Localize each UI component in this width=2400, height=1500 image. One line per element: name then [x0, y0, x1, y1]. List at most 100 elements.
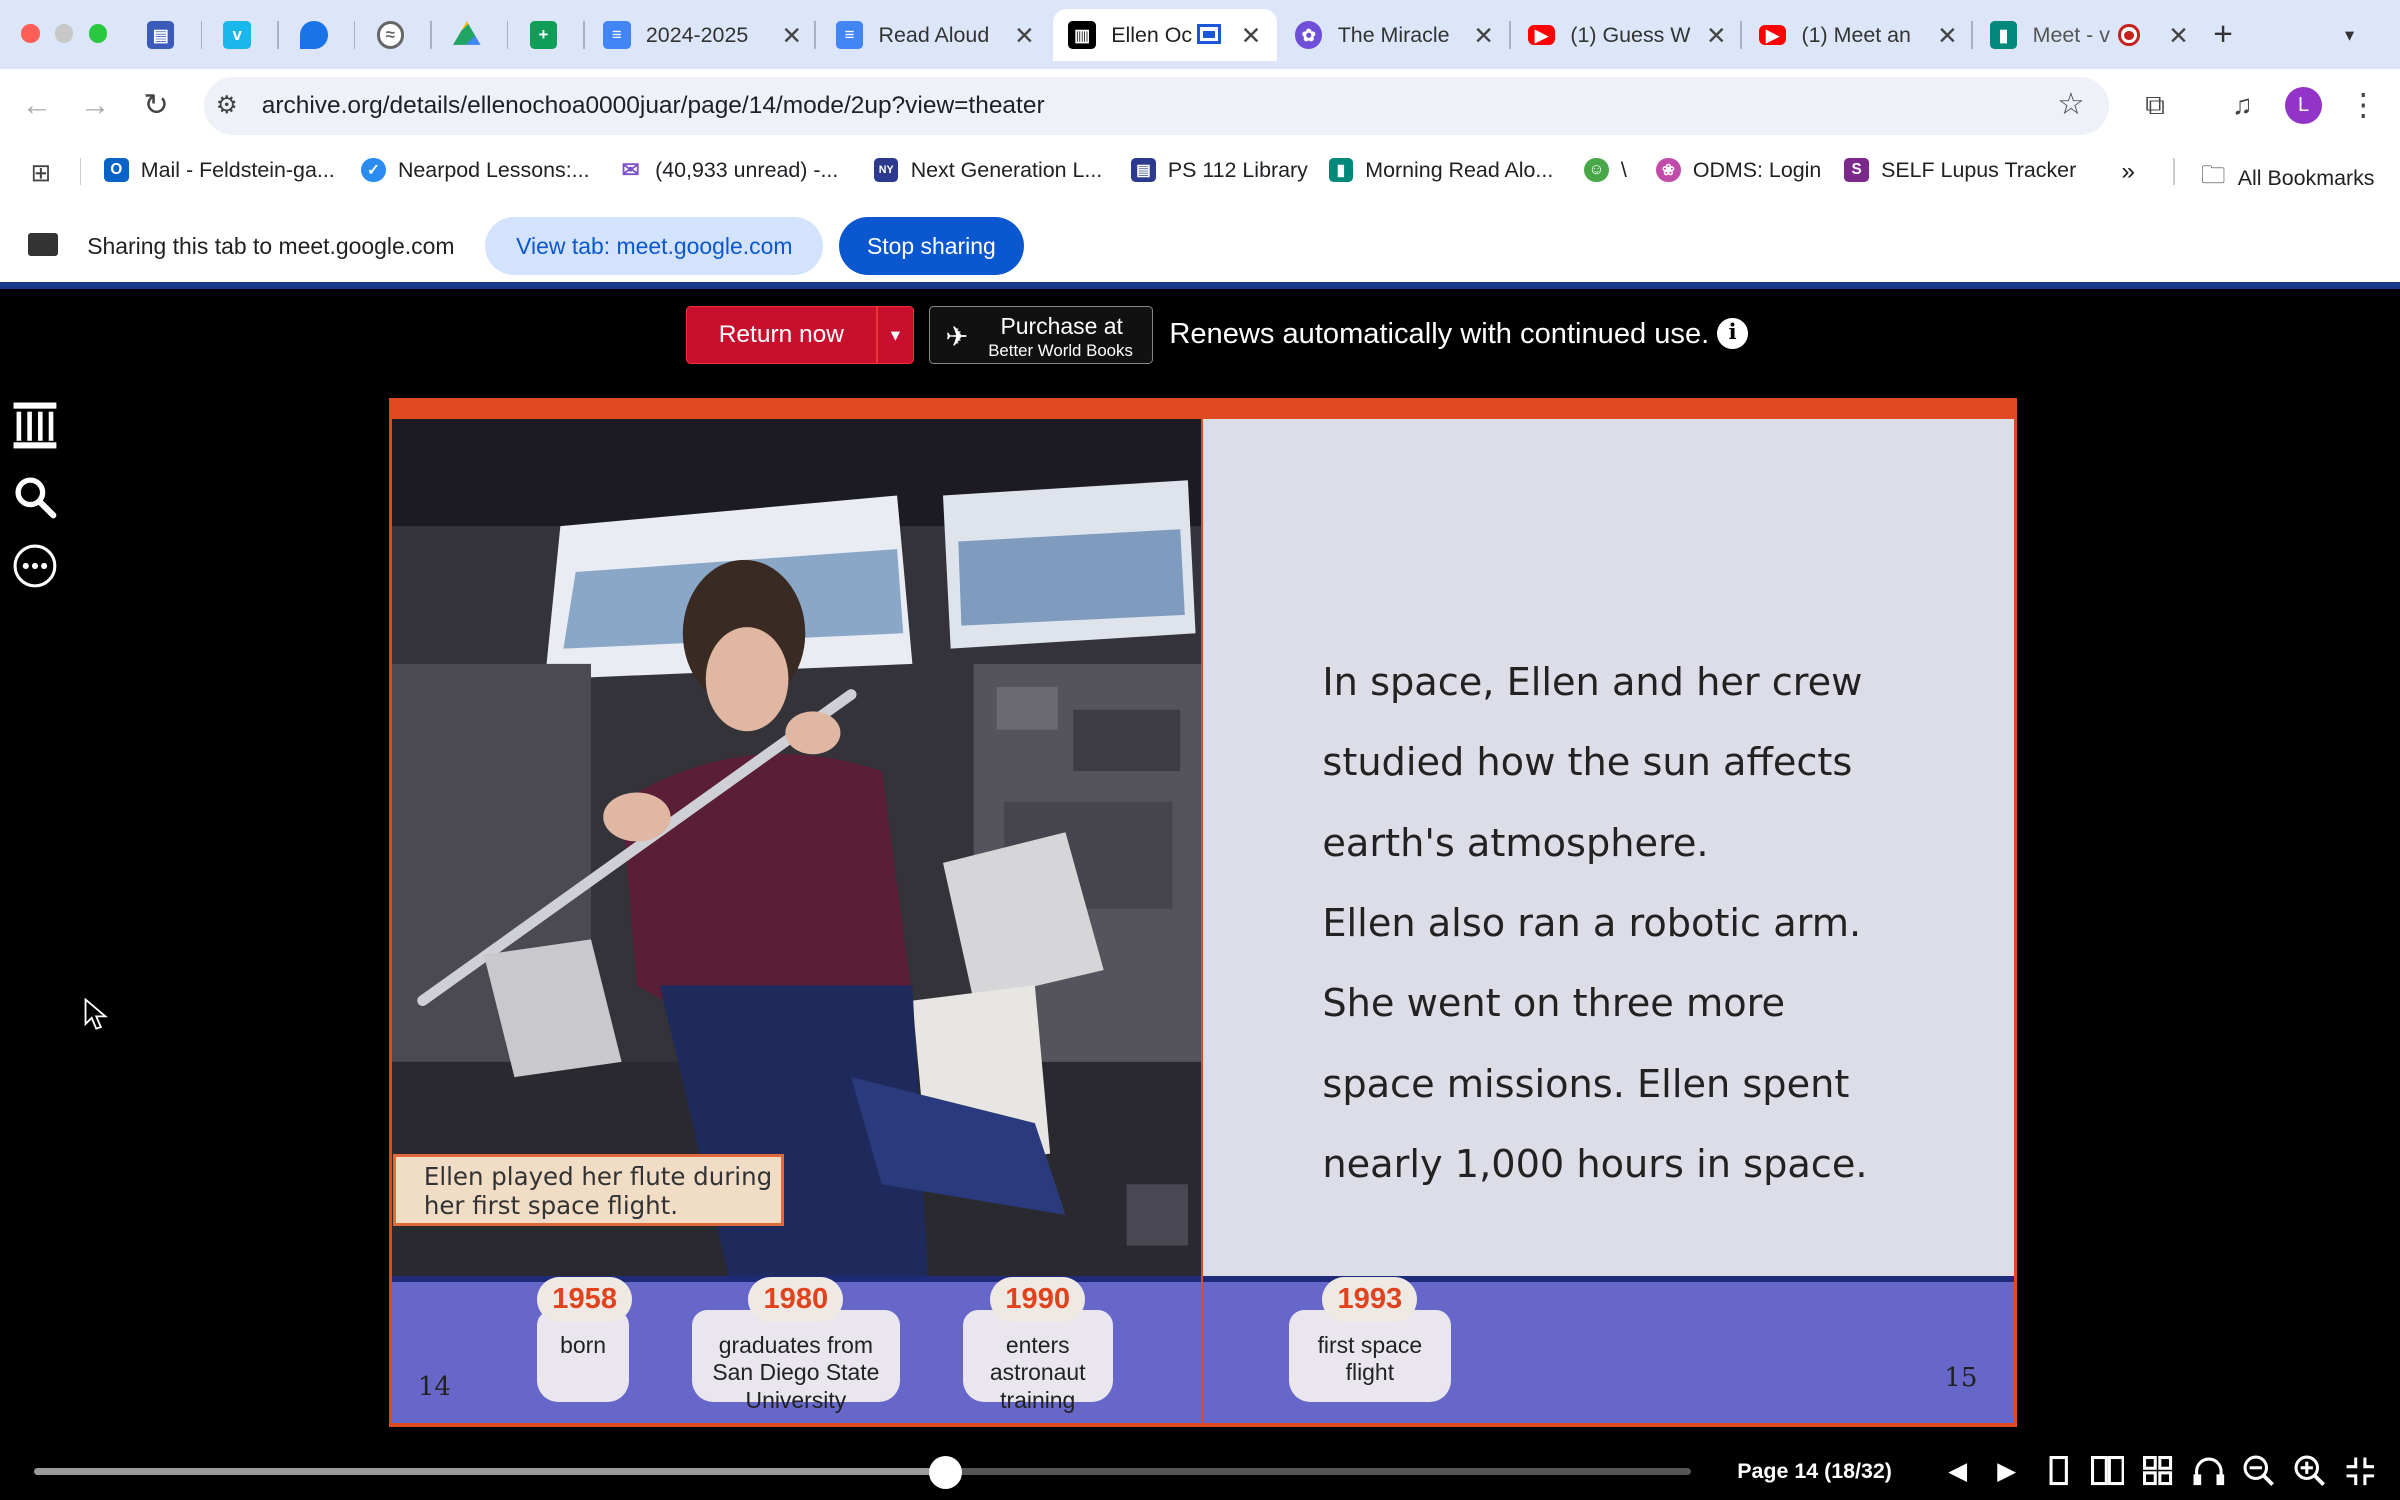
- media-controls-button[interactable]: ♫: [2224, 87, 2261, 124]
- chevron-down-icon: ▾: [890, 324, 900, 346]
- tab-the-miracle[interactable]: ✿ The Miracle ✕: [1294, 9, 1509, 61]
- tab-google-sheets[interactable]: +: [529, 9, 591, 61]
- grid-icon: [2142, 1455, 2172, 1485]
- return-dropdown-button[interactable]: ▾: [877, 306, 914, 365]
- timeline-text: graduates from San Diego State Universit…: [712, 1331, 880, 1413]
- menu-button[interactable]: ⋮: [2345, 87, 2382, 124]
- tab-sharing-icon: [1196, 24, 1222, 45]
- tab-title: 2024-2025: [645, 22, 749, 47]
- purchase-button[interactable]: ✈ Purchase at Better World Books: [929, 306, 1153, 365]
- bookmark-gmail-unread[interactable]: ✉ (40,933 unread) -...: [618, 158, 838, 183]
- timeline-item: 1990 enters astronaut training: [962, 1276, 1113, 1413]
- tab-read-aloud[interactable]: ≡ Read Aloud ✕: [835, 9, 1050, 61]
- google-docs-icon: ≡: [835, 21, 864, 49]
- close-tab-icon[interactable]: ✕: [1241, 21, 1262, 51]
- astronaut-photo: [391, 419, 1202, 1277]
- tab-title: The Miracle: [1337, 22, 1450, 47]
- site-settings-icon[interactable]: ⚙: [216, 90, 238, 120]
- view-tab-button[interactable]: View tab: meet.google.com: [485, 217, 824, 276]
- close-tab-icon[interactable]: ✕: [1706, 21, 1727, 51]
- bookmark-ps112-library[interactable]: ▤ PS 112 Library: [1131, 158, 1308, 183]
- tab-map[interactable]: [299, 9, 361, 61]
- tab-guess-who[interactable]: ▶ (1) Guess W ✕: [1527, 9, 1742, 61]
- close-tab-icon[interactable]: ✕: [1937, 21, 1958, 51]
- tab-archive[interactable]: ▤: [146, 9, 208, 61]
- minimize-window-button[interactable]: [55, 24, 74, 43]
- apps-grid-icon[interactable]: ⊞: [31, 158, 52, 188]
- google-meet-icon: ▮: [1328, 157, 1354, 183]
- tab-search-button[interactable]: ▾: [2345, 9, 2382, 61]
- tab-2024-2025[interactable]: ≡ 2024-2025 ✕: [603, 9, 817, 61]
- bookmark-mail[interactable]: O Mail - Feldstein-ga...: [104, 158, 335, 183]
- text-line: Ellen also ran a robotic arm.: [1322, 900, 1862, 946]
- bookmarks-overflow-button[interactable]: »: [2121, 158, 2135, 186]
- more-options-icon[interactable]: [12, 543, 58, 589]
- fullscreen-exit-button[interactable]: [2342, 1453, 2379, 1490]
- reload-button[interactable]: ↻: [138, 87, 175, 124]
- two-page-view-button[interactable]: [2089, 1453, 2126, 1490]
- timeline-band: 1958 born 1980 graduates from San Diego …: [391, 1276, 1202, 1424]
- close-tab-icon[interactable]: ✕: [1473, 21, 1494, 51]
- close-tab-icon[interactable]: ✕: [1014, 21, 1035, 51]
- bookmark-next-generation[interactable]: NY Next Generation L...: [873, 158, 1102, 183]
- page-number-left: 14: [417, 1372, 451, 1402]
- stop-sharing-label: Stop sharing: [866, 232, 996, 259]
- bookmark-star-icon[interactable]: ☆: [2057, 87, 2084, 122]
- archive-logo-icon[interactable]: [12, 401, 58, 449]
- tab-ellen-ochoa[interactable]: ▥ Ellen Oc ✕: [1053, 9, 1277, 62]
- screen-share-icon: [27, 232, 59, 256]
- tab-separator: [506, 21, 509, 49]
- bookmark-self-lupus-tracker[interactable]: S SELF Lupus Tracker: [1844, 158, 2076, 183]
- back-button[interactable]: ←: [18, 87, 55, 124]
- tab-separator: [1740, 21, 1742, 49]
- page-slider-handle[interactable]: [928, 1455, 963, 1490]
- frog-icon: ☺: [1584, 157, 1609, 183]
- close-window-button[interactable]: [21, 24, 40, 43]
- zoom-out-button[interactable]: [2241, 1453, 2278, 1490]
- bird-icon: ✈: [945, 320, 969, 352]
- youtube-icon: ▶: [1527, 25, 1556, 46]
- bookmark-morning-read-aloud[interactable]: ▮ Morning Read Alo...: [1328, 157, 1553, 183]
- profile-avatar[interactable]: L: [2285, 87, 2322, 124]
- zoom-window-button[interactable]: [88, 24, 108, 43]
- zoom-in-button[interactable]: [2291, 1453, 2328, 1490]
- next-page-button[interactable]: ▶: [1988, 1453, 2025, 1490]
- caption-line: her first space flight.: [423, 1190, 679, 1220]
- puzzle-icon: ⧉: [2145, 89, 2165, 121]
- bookmark-odms-login[interactable]: ❀ ODMS: Login: [1656, 158, 1821, 183]
- purchase-line1: Purchase at: [1000, 313, 1123, 340]
- tab-meet-an[interactable]: ▶ (1) Meet an ✕: [1758, 9, 1973, 61]
- extensions-button[interactable]: ⧉: [2137, 87, 2174, 124]
- one-page-view-button[interactable]: [2040, 1453, 2077, 1490]
- bookmark-label: PS 112 Library: [1167, 157, 1308, 182]
- all-bookmarks-button[interactable]: 🗀 All Bookmarks: [2201, 158, 2375, 199]
- odms-icon: ❀: [1656, 157, 1681, 183]
- tab-separator: [1971, 21, 1973, 49]
- info-icon[interactable]: i: [1717, 318, 1748, 349]
- forward-button[interactable]: →: [77, 87, 114, 124]
- return-now-button[interactable]: Return now: [685, 306, 877, 365]
- tab-google-meet[interactable]: ▮ Meet - v ✕: [1989, 9, 2204, 61]
- new-tab-button[interactable]: +: [2213, 9, 2250, 61]
- folder-icon: 🗀: [2201, 161, 2226, 189]
- read-aloud-button[interactable]: [2190, 1453, 2227, 1490]
- address-bar[interactable]: ⚙ archive.org/details/ellenochoa0000juar…: [203, 76, 2110, 135]
- bookmark-backslash[interactable]: ☺ \: [1584, 158, 1627, 183]
- bookmark-nearpod[interactable]: ✓ Nearpod Lessons:...: [361, 158, 590, 183]
- stop-sharing-button[interactable]: Stop sharing: [838, 217, 1024, 276]
- page-indicator: Page 14 (18/32): [1737, 1458, 1892, 1483]
- google-drive-icon: [453, 21, 481, 45]
- bookmark-label: Mail - Feldstein-ga...: [140, 157, 335, 182]
- tab-audio[interactable]: ≈: [376, 9, 438, 61]
- tab-vimeo[interactable]: v: [223, 9, 284, 61]
- map-pin-icon: [299, 21, 328, 49]
- close-tab-icon[interactable]: ✕: [2168, 21, 2189, 51]
- search-icon[interactable]: [12, 474, 58, 520]
- tab-google-drive[interactable]: [453, 9, 514, 61]
- page-slider[interactable]: [33, 1455, 1692, 1490]
- photo-caption: Ellen played her flute during her first …: [393, 1154, 784, 1226]
- previous-page-button[interactable]: ◀: [1939, 1453, 1976, 1490]
- single-page-icon: [2049, 1455, 2068, 1485]
- thumbnail-view-button[interactable]: [2140, 1453, 2177, 1490]
- close-tab-icon[interactable]: ✕: [782, 21, 803, 51]
